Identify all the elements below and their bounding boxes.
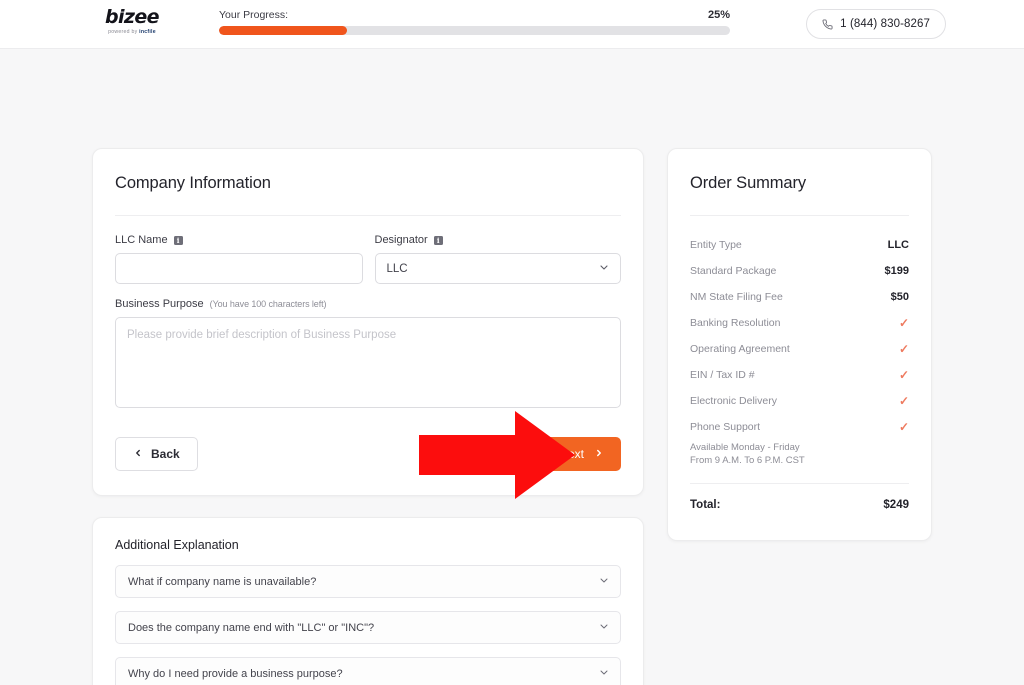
phone-support-note: Available Monday - Friday From 9 A.M. To… — [690, 441, 909, 467]
chevron-down-icon — [598, 261, 610, 276]
llc-name-field-group: LLC Name i — [115, 233, 363, 284]
order-summary-row-value: LLC — [887, 239, 909, 251]
business-purpose-textarea[interactable] — [115, 317, 621, 408]
order-summary-rows: Entity Type LLC Standard Package $199 NM Sta… — [690, 232, 909, 440]
next-button-label: Next — [559, 447, 584, 461]
order-summary-row-label: Phone Support — [690, 421, 761, 433]
next-button[interactable]: Next — [542, 437, 621, 471]
order-summary-row: NM State Filing Fee $50 — [690, 284, 909, 310]
order-summary-row-value: $199 — [884, 265, 909, 277]
order-total-value: $249 — [883, 499, 909, 511]
back-button-label: Back — [151, 447, 180, 461]
progress-percent: 25% — [707, 9, 730, 21]
order-summary-row-label: Operating Agreement — [690, 343, 790, 355]
chevron-down-icon[interactable] — [598, 574, 610, 589]
designator-label-row: Designator i — [375, 233, 622, 247]
chevron-right-icon — [594, 447, 604, 461]
company-information-title: Company Information — [115, 174, 271, 192]
order-summary-row-value: $50 — [890, 291, 909, 303]
business-purpose-group: Business Purpose (You have 100 character… — [115, 297, 621, 413]
order-summary-row-label: Banking Resolution — [690, 317, 781, 329]
form-actions: Back Next — [115, 437, 621, 471]
faq-question-label: Does the company name end with "LLC" or … — [128, 621, 375, 634]
order-summary-row: Phone Support ✓ — [690, 414, 909, 440]
page-body: Company Information LLC Name i Designato… — [0, 49, 1024, 685]
progress-track — [219, 26, 730, 35]
checkmark-icon: ✓ — [898, 368, 909, 382]
llc-name-label-row: LLC Name i — [115, 233, 363, 247]
llc-name-label: LLC Name — [115, 234, 168, 246]
back-button[interactable]: Back — [115, 437, 198, 471]
designator-select[interactable]: LLC — [374, 253, 621, 284]
order-summary-row: Electronic Delivery ✓ — [690, 388, 909, 414]
order-summary-row-label: NM State Filing Fee — [690, 291, 783, 303]
order-summary-row-label: EIN / Tax ID # — [690, 369, 755, 381]
designator-field-group: Designator i LLC — [374, 233, 622, 284]
order-total-label: Total: — [690, 499, 721, 511]
checkmark-icon: ✓ — [898, 420, 909, 434]
bizee-logo[interactable]: bizee powered by incfile — [92, 7, 172, 36]
additional-explanation-title: Additional Explanation — [115, 538, 239, 552]
faq-item[interactable]: Does the company name end with "LLC" or … — [115, 611, 621, 644]
logo-tagline: powered by incfile — [92, 28, 172, 36]
business-purpose-label: Business Purpose — [115, 298, 204, 310]
order-total-divider — [690, 483, 909, 484]
order-summary-card: Order Summary Entity Type LLC Standard Pac… — [667, 148, 932, 541]
order-summary-row-label: Electronic Delivery — [690, 395, 777, 407]
order-summary-row: Banking Resolution ✓ — [690, 310, 909, 336]
logo-tagline-prefix: powered by — [108, 29, 138, 35]
faq-item[interactable]: Why do I need provide a business purpose… — [115, 657, 621, 685]
chevron-down-icon[interactable] — [598, 620, 610, 635]
progress-block: Your Progress: 25% — [219, 9, 730, 35]
company-title-divider — [115, 215, 621, 216]
info-icon[interactable]: i — [433, 235, 443, 245]
logo-tagline-brand: incfile — [139, 29, 156, 35]
characters-left-hint: (You have 100 characters left) — [209, 299, 327, 309]
progress-label: Your Progress: — [219, 9, 289, 21]
phone-button[interactable]: 1 (844) 830-8267 — [806, 9, 946, 39]
order-summary-title: Order Summary — [690, 174, 807, 192]
checkmark-icon: ✓ — [898, 316, 909, 330]
faq-question-label: What if company name is unavailable? — [128, 575, 317, 588]
additional-explanation-card: Additional Explanation What if company n… — [92, 517, 644, 685]
phone-number-label: 1 (844) 830-8267 — [840, 18, 930, 30]
checkmark-icon: ✓ — [898, 394, 909, 408]
faq-list: What if company name is unavailable? Does… — [115, 565, 621, 685]
order-summary-row: Operating Agreement ✓ — [690, 336, 909, 362]
business-purpose-label-row: Business Purpose (You have 100 character… — [115, 297, 621, 311]
llc-name-input[interactable] — [115, 253, 363, 284]
name-designator-row: LLC Name i Designator i LLC — [115, 233, 621, 284]
designator-label: Designator — [374, 234, 428, 246]
phone-support-note-line1: Available Monday - Friday — [690, 442, 800, 453]
order-summary-row-label: Standard Package — [690, 265, 777, 277]
checkmark-icon: ✓ — [898, 342, 909, 356]
order-summary-divider — [690, 215, 909, 216]
faq-question-label: Why do I need provide a business purpose… — [128, 667, 343, 680]
order-total-row: Total: $249 — [690, 499, 909, 511]
info-icon[interactable]: i — [173, 235, 183, 245]
chevron-down-icon[interactable] — [598, 666, 610, 681]
phone-support-note-line2: From 9 A.M. To 6 P.M. CST — [690, 455, 805, 466]
chevron-left-icon — [133, 447, 143, 461]
designator-selected-value: LLC — [386, 262, 408, 275]
order-summary-row: Entity Type LLC — [690, 232, 909, 258]
order-summary-row: EIN / Tax ID # ✓ — [690, 362, 909, 388]
phone-icon — [822, 18, 833, 30]
company-information-card: Company Information LLC Name i Designato… — [92, 148, 644, 496]
logo-wordmark: bizee — [105, 6, 160, 28]
progress-fill — [219, 26, 347, 35]
faq-item[interactable]: What if company name is unavailable? — [115, 565, 621, 598]
order-summary-row: Standard Package $199 — [690, 258, 909, 284]
app-header: bizee powered by incfile Your Progress: … — [0, 0, 1024, 49]
order-summary-row-label: Entity Type — [690, 239, 742, 251]
